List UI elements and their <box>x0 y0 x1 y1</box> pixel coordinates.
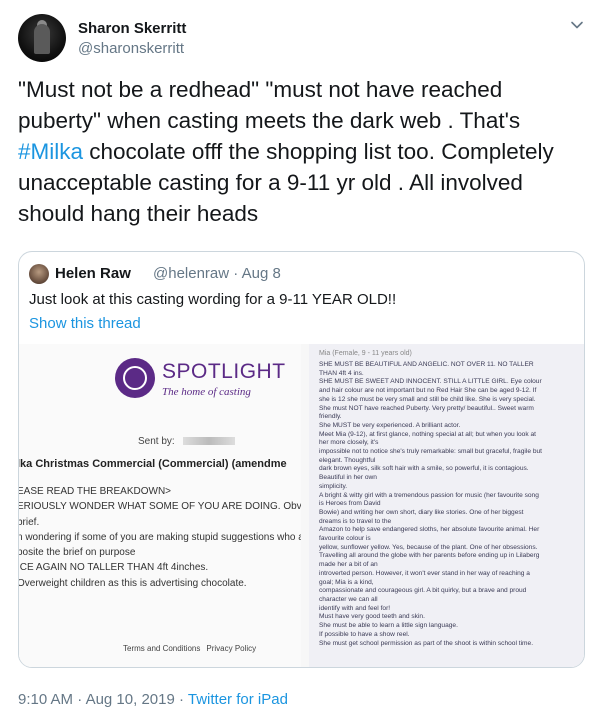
casting-email-screenshot: SPOTLIGHT The home of casting Sent by: l… <box>19 344 301 667</box>
tweet-text-part: chocolate offf the shopping list too. Co… <box>18 139 554 226</box>
breakdown-line: dark brown eyes, silk soft hair with a s… <box>319 465 529 473</box>
character-breakdown-screenshot: Mia (Female, 9 - 11 years old) SHE MUST … <box>309 344 584 667</box>
brief-lines: EASE READ THE BREAKDOWN> ERIOUSLY WONDER… <box>19 484 301 591</box>
brief-line: ERIOUSLY WONDER WHAT SOME OF YOU ARE DOI… <box>19 501 301 513</box>
separator: · <box>174 691 188 708</box>
breakdown-line: She must get school permission as part o… <box>319 639 534 647</box>
separator: · <box>73 691 86 708</box>
spotlight-logo-icon <box>115 358 155 398</box>
commercial-title: lka Christmas Commercial (Commercial) (a… <box>19 458 287 470</box>
brief-line: EASE READ THE BREAKDOWN> <box>19 486 172 497</box>
brief-line: ICE AGAIN NO TALLER THAN 4ft 4inches. <box>19 562 209 574</box>
breakdown-line: A bright & witty girl with a tremendous … <box>319 491 539 499</box>
breakdown-line: elegant. Thoughtful <box>319 456 376 464</box>
breakdown-line: Amazon to help save endangered sloths, h… <box>319 526 540 534</box>
breakdown-line: Must have very good teeth and skin. <box>319 613 425 621</box>
redacted-sender <box>182 437 235 446</box>
spotlight-logo-subtitle: The home of casting <box>162 386 251 398</box>
quoted-tweet-text: Just look at this casting wording for a … <box>29 291 397 308</box>
brief-line: Overweight children as this is advertisi… <box>19 577 247 589</box>
sent-by-line: Sent by: <box>138 436 235 447</box>
avatar-figure-shape <box>34 24 50 54</box>
breakdown-line: goal; Mia is a kind, <box>319 578 374 586</box>
chevron-down-icon[interactable] <box>570 18 584 32</box>
breakdown-line: simplicity. <box>319 482 348 490</box>
author-handle[interactable]: @sharonskerritt <box>78 40 184 57</box>
breakdown-line: THAN 4ft 4 ins. <box>319 369 364 377</box>
quoted-tweet-image[interactable]: SPOTLIGHT The home of casting Sent by: l… <box>19 344 584 667</box>
tweet-text-part: "Must not be a redhead" "must not have r… <box>18 77 521 133</box>
breakdown-line: character we can all <box>319 595 378 603</box>
quoted-author-handle-date: @helenraw · Aug 8 <box>153 265 281 282</box>
author-avatar[interactable] <box>18 14 66 62</box>
tweet-date[interactable]: Aug 10, 2019 <box>86 691 175 708</box>
spotlight-logo-title: SPOTLIGHT <box>162 360 286 383</box>
breakdown-line: Meet Mia (9-12), at first glance, nothin… <box>319 430 536 438</box>
breakdown-line: identify with and feel for! <box>319 604 391 612</box>
sent-by-label: Sent by: <box>138 436 175 447</box>
tweet-text: "Must not be a redhead" "must not have r… <box>18 74 578 229</box>
show-thread-link[interactable]: Show this thread <box>29 315 141 332</box>
breakdown-line: is Heroes from David <box>319 500 381 508</box>
brief-line: brief. <box>19 516 40 528</box>
tweet-card: Sharon Skerritt @sharonskerritt "Must no… <box>0 0 600 711</box>
breakdown-line: SHE MUST BE BEAUTIFUL AND ANGELIC. NOT O… <box>319 361 534 368</box>
privacy-link: Privacy Policy <box>206 644 257 653</box>
breakdown-line: dreams is to travel to the <box>319 517 392 525</box>
breakdown-line: favourite colour is <box>319 535 371 543</box>
hashtag-link[interactable]: #Milka <box>18 139 83 164</box>
breakdown-line: Travelling all around the globe with her… <box>319 552 540 560</box>
brief-line: posite the brief on purpose <box>19 547 136 559</box>
breakdown-line: If possible to have a show reel. <box>319 630 410 638</box>
tweet-timestamp: 9:10 AM · Aug 10, 2019 · Twitter for iPa… <box>18 691 288 708</box>
breakdown-line: and hair colour are not important but no… <box>319 387 537 395</box>
breakdown-line: compassionate and courageous girl. A bit… <box>319 587 527 595</box>
breakdown-line: made her a bit of an <box>319 561 378 569</box>
breakdown-line: friendly. <box>319 413 342 421</box>
breakdown-header: Mia (Female, 9 - 11 years old) <box>319 350 412 357</box>
tweet-time[interactable]: 9:10 AM <box>18 691 73 708</box>
breakdown-line: introverted person. However, it won't ev… <box>319 569 530 577</box>
tweet-header: Sharon Skerritt @sharonskerritt <box>18 12 588 64</box>
tweet-source-link[interactable]: Twitter for iPad <box>188 691 288 708</box>
brief-line: n wondering if some of you are making st… <box>19 531 301 543</box>
breakdown-line: impossible not to notice she's truly rem… <box>319 448 542 456</box>
breakdown-line: Bowie) and writing her own short, diary … <box>319 508 524 516</box>
breakdown-line: Beautiful in her own <box>319 474 377 482</box>
breakdown-line: She must be able to learn a little sign … <box>319 622 458 630</box>
quoted-author-name: Helen Raw <box>55 265 131 282</box>
author-name[interactable]: Sharon Skerritt <box>78 20 186 37</box>
quoted-author-avatar <box>29 264 49 284</box>
terms-link: Terms and Conditions <box>123 644 201 653</box>
breakdown-line: She MUST be very experienced. A brillian… <box>319 421 461 429</box>
breakdown-body: SHE MUST BE BEAUTIFUL AND ANGELIC. NOT O… <box>319 361 581 648</box>
breakdown-line: yellow, sunflower yellow. Yes, because o… <box>319 543 538 551</box>
breakdown-line: She must NOT have reached Puberty. Very … <box>319 404 534 412</box>
breakdown-line: her more closely, it's <box>319 439 379 447</box>
breakdown-line: SHE MUST BE SWEET AND INNOCENT. STILL A … <box>319 378 542 386</box>
quoted-tweet[interactable]: Helen Raw @helenraw · Aug 8 Just look at… <box>18 251 585 668</box>
breakdown-line: she is 12 she must be very small and sti… <box>319 395 536 403</box>
email-footer-links: Terms and Conditions Privacy Policy <box>123 644 256 653</box>
